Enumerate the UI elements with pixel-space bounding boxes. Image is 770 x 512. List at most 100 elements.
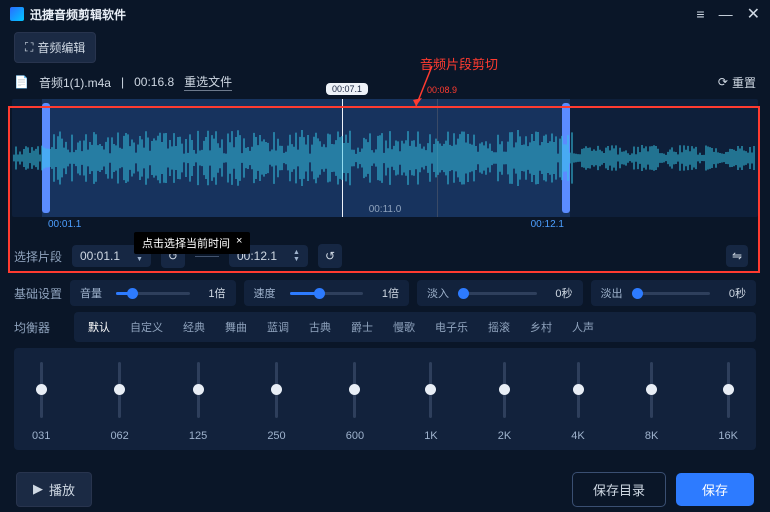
play-button[interactable]: ▶ 播放 <box>16 472 92 507</box>
eq-band-slider[interactable] <box>727 362 730 418</box>
play-icon: ▶ <box>33 481 43 497</box>
speed-value: 1倍 <box>371 285 399 301</box>
file-name: 音频1(1).m4a <box>39 74 111 91</box>
eq-tab-11[interactable]: 人声 <box>564 316 602 338</box>
set-end-to-playhead-button[interactable]: ↺ <box>318 244 342 268</box>
fadein-label: 淡入 <box>427 285 455 301</box>
range-dash <box>195 256 219 257</box>
reset-label: 重置 <box>732 74 756 91</box>
reset-button[interactable]: ⟳ 重置 <box>718 74 756 91</box>
basic-settings-label: 基础设置 <box>14 285 62 302</box>
end-stepper[interactable]: ▲▼ <box>293 250 300 263</box>
start-time-value: 00:01.1 <box>80 249 120 263</box>
eq-tab-0[interactable]: 默认 <box>80 316 118 338</box>
eq-band-slider[interactable] <box>118 362 121 418</box>
audio-edit-label: 音频编辑 <box>37 39 85 56</box>
eq-band-600: 600 <box>346 362 364 442</box>
selection-time-labels: 00:01.1 00:12.1 <box>12 219 758 230</box>
app-logo-icon <box>10 7 24 21</box>
eq-band-062: 062 <box>110 362 128 442</box>
waveform-area[interactable]: 00:07.1 00:08.9 00:11.0 <box>12 99 758 217</box>
eq-tab-4[interactable]: 蓝调 <box>259 316 297 338</box>
playhead-time-bubble: 00:07.1 <box>326 83 368 95</box>
volume-slider-box: 音量 1倍 <box>70 280 236 306</box>
volume-label: 音量 <box>80 285 108 301</box>
eq-tab-7[interactable]: 慢歌 <box>385 316 423 338</box>
speed-label: 速度 <box>254 285 282 301</box>
eq-band-031: 031 <box>32 362 50 442</box>
eq-band-slider[interactable] <box>353 362 356 418</box>
volume-slider[interactable] <box>116 292 190 295</box>
toolbar: ⛶ 音频编辑 <box>0 28 770 67</box>
eq-band-label: 031 <box>32 430 50 442</box>
sel-start-time: 00:01.1 <box>48 219 81 230</box>
eq-band-label: 8K <box>645 430 658 442</box>
sel-end-time: 00:12.1 <box>531 219 564 230</box>
swap-icon: ⇋ <box>732 249 742 263</box>
eq-tab-5[interactable]: 古典 <box>301 316 339 338</box>
divider: | <box>121 75 124 89</box>
eq-band-label: 1K <box>424 430 437 442</box>
eq-band-label: 4K <box>571 430 584 442</box>
select-clip-label: 选择片段 <box>14 248 62 265</box>
eq-band-label: 600 <box>346 430 364 442</box>
fadein-slider[interactable] <box>463 292 537 295</box>
reset-icon: ⟳ <box>718 75 728 89</box>
eq-band-slider[interactable] <box>429 362 432 418</box>
eq-band-slider[interactable] <box>40 362 43 418</box>
eq-band-16K: 16K <box>718 362 738 442</box>
play-label: 播放 <box>49 480 75 499</box>
fadein-value: 0秒 <box>545 285 573 301</box>
window-controls: ≡ — ✕ <box>696 4 760 24</box>
save-dir-button[interactable]: 保存目录 <box>572 472 666 507</box>
reselect-file-link[interactable]: 重选文件 <box>184 73 232 91</box>
audio-edit-button[interactable]: ⛶ 音频编辑 <box>14 32 96 63</box>
eq-band-slider[interactable] <box>577 362 580 418</box>
eq-band-slider[interactable] <box>650 362 653 418</box>
menu-icon[interactable]: ≡ <box>696 6 704 22</box>
eq-tab-2[interactable]: 经典 <box>175 316 213 338</box>
eq-header: 均衡器 默认自定义经典舞曲蓝调古典爵士慢歌电子乐摇滚乡村人声 <box>14 312 756 342</box>
crop-icon: ⛶ <box>25 40 33 55</box>
eq-band-label: 16K <box>718 430 738 442</box>
eq-tab-1[interactable]: 自定义 <box>122 316 171 338</box>
eq-tab-6[interactable]: 爵士 <box>343 316 381 338</box>
eq-band-slider[interactable] <box>197 362 200 418</box>
eq-band-slider[interactable] <box>503 362 506 418</box>
eq-tab-10[interactable]: 乡村 <box>522 316 560 338</box>
annotation-text: 音频片段剪切 <box>420 54 498 73</box>
footer-bar: ▶ 播放 保存目录 保存 <box>0 466 770 512</box>
eq-band-2K: 2K <box>498 362 511 442</box>
time-axis-label: 00:11.0 <box>12 204 758 215</box>
waveform-svg <box>12 127 758 189</box>
file-icon: 📄 <box>14 75 29 89</box>
minimize-button[interactable]: — <box>719 6 733 22</box>
speed-slider[interactable] <box>290 292 364 295</box>
fadein-slider-box: 淡入 0秒 <box>417 280 583 306</box>
save-button[interactable]: 保存 <box>676 473 754 506</box>
close-button[interactable]: ✕ <box>747 4 760 24</box>
swap-selection-button[interactable]: ⇋ <box>726 245 748 267</box>
basic-settings-row: 基础设置 音量 1倍 速度 1倍 淡入 0秒 淡出 0秒 <box>0 280 770 306</box>
eq-band-250: 250 <box>267 362 285 442</box>
eq-tab-8[interactable]: 电子乐 <box>427 316 476 338</box>
file-info-row: 📄 音频1(1).m4a | 00:16.8 重选文件 ⟳ 重置 <box>0 67 770 93</box>
app-title: 迅捷音频剪辑软件 <box>30 6 126 23</box>
fadeout-slider-box: 淡出 0秒 <box>591 280 757 306</box>
chevron-up-icon: ▲ <box>293 250 300 256</box>
speed-slider-box: 速度 1倍 <box>244 280 410 306</box>
history-icon: ↺ <box>325 249 335 263</box>
tooltip-close-icon[interactable]: × <box>236 235 242 251</box>
eq-band-slider[interactable] <box>275 362 278 418</box>
chevron-down-icon: ▼ <box>136 257 143 263</box>
volume-value: 1倍 <box>198 285 226 301</box>
eq-label: 均衡器 <box>14 319 62 336</box>
eq-band-1K: 1K <box>424 362 437 442</box>
eq-tab-9[interactable]: 摇滚 <box>480 316 518 338</box>
fadeout-value: 0秒 <box>718 285 746 301</box>
fadeout-slider[interactable] <box>637 292 711 295</box>
equalizer-section: 均衡器 默认自定义经典舞曲蓝调古典爵士慢歌电子乐摇滚乡村人声 031062125… <box>0 306 770 456</box>
tooltip-text: 点击选择当前时间 <box>142 235 230 251</box>
eq-tab-3[interactable]: 舞曲 <box>217 316 255 338</box>
select-clip-row: 选择片段 00:01.1 ▲▼ ↺ 00:12.1 ▲▼ ↺ ⇋ <box>0 236 770 276</box>
